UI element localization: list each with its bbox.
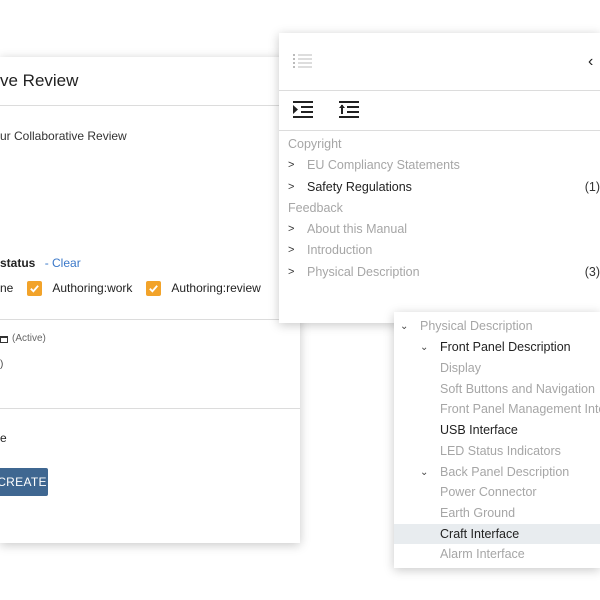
checkbox-label: ne bbox=[0, 281, 14, 295]
divider bbox=[279, 90, 600, 91]
chevron-right-icon[interactable]: > bbox=[288, 244, 307, 256]
status-filter-row: status - Clear bbox=[0, 256, 81, 270]
tree-item-front-panel-description[interactable]: ⌄ Front Panel Description bbox=[394, 337, 600, 357]
divider bbox=[279, 130, 600, 131]
tree-item-label: Craft Interface bbox=[440, 527, 520, 541]
outdent-icon[interactable] bbox=[293, 101, 313, 119]
tree-item-earth-ground[interactable]: Earth Ground bbox=[394, 503, 600, 523]
checkbox-checked-icon[interactable] bbox=[27, 280, 43, 296]
chevron-down-icon[interactable]: ⌄ bbox=[420, 467, 432, 478]
toc-item-label: About this Manual bbox=[307, 222, 408, 236]
tree-item-display[interactable]: Display bbox=[394, 358, 600, 378]
review-description: ur Collaborative Review bbox=[0, 129, 127, 143]
checkbox-label: Authoring:review bbox=[171, 281, 261, 295]
toc-item-count: (3) bbox=[584, 265, 600, 279]
create-button[interactable]: CREATE bbox=[0, 468, 48, 496]
tree-item-back-panel-description[interactable]: ⌄ Back Panel Description bbox=[394, 462, 600, 482]
chevron-right-icon[interactable]: > bbox=[288, 159, 307, 171]
clear-link[interactable]: - Clear bbox=[45, 256, 81, 270]
active-label: (Active) bbox=[12, 333, 46, 344]
divider bbox=[0, 319, 300, 320]
tree-item-physical-description[interactable]: ⌄ Physical Description bbox=[394, 316, 600, 336]
partial-text: e bbox=[0, 431, 7, 445]
status-checkboxes: ne Authoring:work Authoring:review bbox=[0, 279, 275, 297]
tree-item-label: Back Panel Description bbox=[440, 465, 570, 479]
toc-item-label: Safety Regulations bbox=[307, 180, 412, 194]
partial-text: ) bbox=[0, 359, 4, 370]
tree-panel: ⌄ Physical Description ⌄ Front Panel Des… bbox=[394, 312, 600, 568]
tree-item-usb-interface[interactable]: USB Interface bbox=[394, 420, 600, 440]
tree-item-label: Soft Buttons and Navigation bbox=[440, 382, 595, 396]
tree-item-label: Earth Ground bbox=[440, 506, 516, 520]
checkbox-label: Authoring:work bbox=[52, 281, 133, 295]
divider bbox=[0, 408, 300, 409]
toc-item-label: Feedback bbox=[288, 201, 343, 215]
tree-item-label: Power Connector bbox=[440, 485, 537, 499]
toc-item-physical-description[interactable]: > Physical Description (3) bbox=[288, 262, 600, 282]
toc-item-label: Copyright bbox=[288, 137, 342, 151]
tree-item-front-panel-management[interactable]: Front Panel Management Inte bbox=[394, 399, 600, 419]
collaborative-review-panel: ve Review ur Collaborative Review status… bbox=[0, 57, 300, 543]
divider bbox=[0, 105, 300, 106]
tree-item-craft-interface[interactable]: Craft Interface bbox=[394, 524, 600, 544]
tree-item-label: Front Panel Description bbox=[440, 340, 571, 354]
toc-item-label: EU Compliancy Statements bbox=[307, 158, 460, 172]
chevron-down-icon[interactable]: ⌄ bbox=[400, 321, 412, 332]
tree-item-soft-buttons[interactable]: Soft Buttons and Navigation bbox=[394, 379, 600, 399]
toc-panel: ‹ Copyright > EU Compliancy Statements >… bbox=[279, 33, 600, 323]
calendar-icon bbox=[0, 335, 8, 343]
toc-item-label: Introduction bbox=[307, 243, 373, 257]
toc-item-feedback[interactable]: Feedback bbox=[288, 198, 600, 218]
tree-item-label: Front Panel Management Inte bbox=[440, 402, 600, 416]
status-option-authoring-review[interactable]: Authoring:review bbox=[146, 280, 261, 296]
chevron-down-icon[interactable]: ⌄ bbox=[420, 342, 432, 353]
status-option-authoring-work[interactable]: Authoring:work bbox=[27, 280, 133, 296]
status-label: status bbox=[0, 256, 36, 270]
tree-item-label: Display bbox=[440, 361, 481, 375]
tree-item-alarm-interface[interactable]: Alarm Interface bbox=[394, 544, 600, 564]
toc-item-about-manual[interactable]: > About this Manual bbox=[288, 219, 600, 239]
toc-item-introduction[interactable]: > Introduction bbox=[288, 240, 600, 260]
chevron-right-icon[interactable]: > bbox=[288, 181, 307, 193]
toc-toolbar: ‹ bbox=[279, 33, 600, 90]
checkbox-checked-icon[interactable] bbox=[146, 280, 162, 296]
toc-item-eu-compliancy[interactable]: > EU Compliancy Statements bbox=[288, 155, 600, 175]
tree-item-label: Alarm Interface bbox=[440, 547, 525, 561]
chevron-right-icon[interactable]: > bbox=[288, 266, 307, 278]
toc-item-safety-regulations[interactable]: > Safety Regulations (1) bbox=[288, 177, 600, 197]
active-indicator: (Active) bbox=[0, 333, 46, 344]
toc-item-label: Physical Description bbox=[307, 265, 420, 279]
tree-item-label: LED Status Indicators bbox=[440, 444, 561, 458]
indent-icon[interactable] bbox=[339, 101, 359, 119]
tree-item-label: USB Interface bbox=[440, 423, 518, 437]
chevron-right-icon[interactable]: > bbox=[288, 223, 307, 235]
tree-item-power-connector[interactable]: Power Connector bbox=[394, 482, 600, 502]
toc-item-copyright[interactable]: Copyright bbox=[288, 134, 600, 154]
tree-item-led-status[interactable]: LED Status Indicators bbox=[394, 441, 600, 461]
review-title: ve Review bbox=[0, 71, 79, 90]
toc-item-count: (1) bbox=[584, 180, 600, 194]
list-icon[interactable] bbox=[293, 53, 313, 69]
status-option-none[interactable]: ne bbox=[0, 281, 13, 295]
back-chevron-icon[interactable]: ‹ bbox=[588, 53, 600, 70]
tree-item-label: Physical Description bbox=[420, 319, 533, 333]
